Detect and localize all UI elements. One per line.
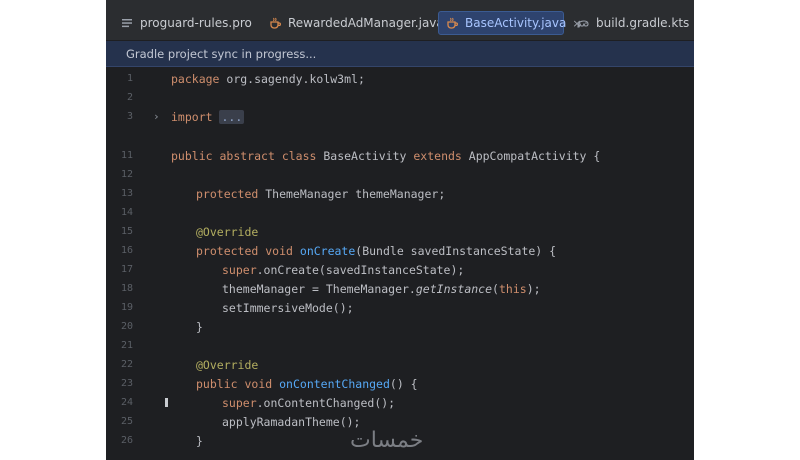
code-text: setImmersiveMode(); <box>222 300 354 315</box>
line-number: 21 <box>120 340 133 351</box>
code-line: 3 › import ... <box>106 107 694 126</box>
line-number: 3 <box>126 111 133 122</box>
code-line: 2 <box>106 88 694 107</box>
code-line: 13 protected ThemeManager themeManager; <box>106 184 694 203</box>
code-line: 1 package org.sagendy.kolw3ml; <box>106 69 694 88</box>
code-text: themeManager = ThemeManager.getInstance(… <box>222 281 541 296</box>
watermark-logo: خمسات <box>350 428 424 453</box>
line-number: 16 <box>120 245 133 256</box>
java-file-icon <box>445 16 459 30</box>
code-line: 24 super.onContentChanged(); <box>106 393 694 412</box>
code-editor[interactable]: 1 package org.sagendy.kolw3ml; 2 3 › imp… <box>106 68 694 460</box>
line-number: 22 <box>120 359 133 370</box>
code-line: 17 super.onCreate(savedInstanceState); <box>106 260 694 279</box>
sync-status-text: Gradle project sync in progress... <box>126 46 317 61</box>
annotation: @Override <box>196 224 259 239</box>
gradle-file-icon <box>576 16 590 30</box>
editor-tab-bar: proguard-rules.pro RewardedAdManager.jav… <box>106 0 694 41</box>
code-text: public abstract class BaseActivity exten… <box>171 148 601 163</box>
code-text: protected ThemeManager themeManager; <box>196 186 446 201</box>
line-number: 20 <box>120 321 133 332</box>
annotation: @Override <box>196 357 259 372</box>
java-file-icon <box>268 16 282 30</box>
code-line: 20 } <box>106 317 694 336</box>
list-file-icon <box>120 16 134 30</box>
tab-proguard-rules[interactable]: proguard-rules.pro <box>114 11 258 35</box>
code-line: 16 protected void onCreate(Bundle savedI… <box>106 241 694 260</box>
line-number: 23 <box>120 378 133 389</box>
code-text: super.onCreate(savedInstanceState); <box>222 262 465 277</box>
tab-build-gradle[interactable]: build.gradle.kts <box>570 11 694 35</box>
code-text: public void onContentChanged() { <box>196 376 418 391</box>
tab-label: proguard-rules.pro <box>140 16 252 30</box>
line-number: 26 <box>120 435 133 446</box>
line-number: 1 <box>126 73 133 84</box>
code-line: 22 @Override <box>106 355 694 374</box>
sync-status-banner: Gradle project sync in progress... <box>106 41 694 67</box>
fold-expand-icon[interactable]: › <box>153 110 160 123</box>
line-number: 13 <box>120 188 133 199</box>
code-text: } <box>196 433 203 448</box>
code-text: import ... <box>171 109 245 124</box>
folded-imports[interactable]: ... <box>219 109 245 124</box>
line-number: 24 <box>120 397 133 408</box>
tab-label: BaseActivity.java <box>465 16 567 30</box>
code-text: package org.sagendy.kolw3ml; <box>171 71 365 86</box>
code-line: 21 <box>106 336 694 355</box>
code-line: 14 <box>106 203 694 222</box>
code-line: 18 themeManager = ThemeManager.getInstan… <box>106 279 694 298</box>
line-number: 14 <box>120 207 133 218</box>
line-number: 15 <box>120 226 133 237</box>
line-number: 17 <box>120 264 133 275</box>
code-text: protected void onCreate(Bundle savedInst… <box>196 243 557 258</box>
line-number: 2 <box>126 92 133 103</box>
code-line: 12 <box>106 165 694 184</box>
text-caret <box>165 398 168 407</box>
line-number: 19 <box>120 302 133 313</box>
line-number: 11 <box>120 150 133 161</box>
line-number: 12 <box>120 169 133 180</box>
code-line: 19 setImmersiveMode(); <box>106 298 694 317</box>
ide-window: proguard-rules.pro RewardedAdManager.jav… <box>106 0 694 460</box>
code-text: } <box>196 319 203 334</box>
tab-label: RewardedAdManager.java <box>288 16 444 30</box>
code-text: super.onContentChanged(); <box>222 395 396 410</box>
line-number: 25 <box>120 416 133 427</box>
tab-label: build.gradle.kts <box>596 16 690 30</box>
tab-rewarded-ad-manager[interactable]: RewardedAdManager.java <box>262 11 450 35</box>
code-text: applyRamadanTheme(); <box>222 414 361 429</box>
code-line: 15 @Override <box>106 222 694 241</box>
code-line: 11 public abstract class BaseActivity ex… <box>106 146 694 165</box>
code-line: 23 public void onContentChanged() { <box>106 374 694 393</box>
tab-base-activity[interactable]: BaseActivity.java × <box>438 11 582 35</box>
line-number: 18 <box>120 283 133 294</box>
